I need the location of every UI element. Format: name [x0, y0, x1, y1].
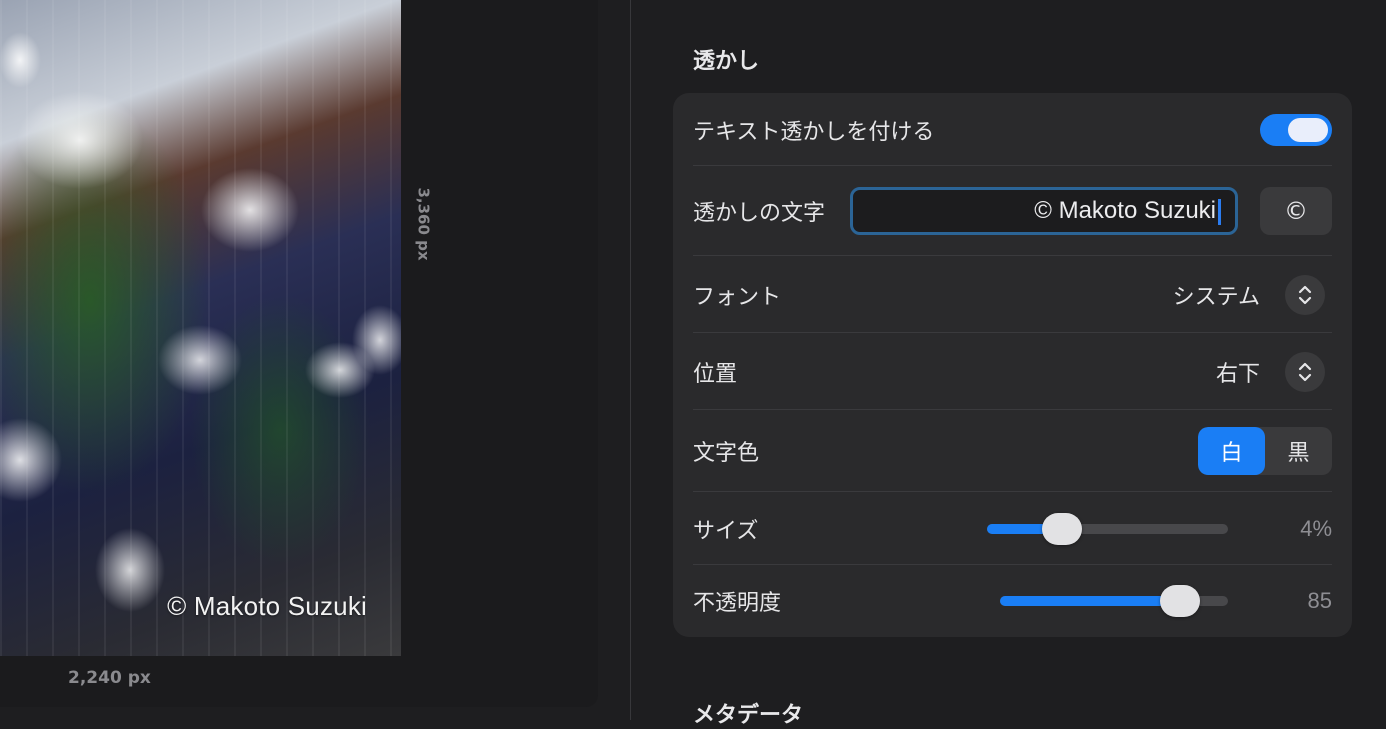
watermark-text-row: 透かしの文字 © Makoto Suzuki ©: [693, 166, 1332, 256]
image-width-label: 2,240 px: [68, 668, 151, 688]
add-watermark-label: テキスト透かしを付ける: [693, 119, 935, 145]
watermark-settings-card: テキスト透かしを付ける 透かしの文字 © Makoto Suzuki © フォン…: [673, 93, 1352, 637]
size-value: 4%: [1300, 515, 1332, 541]
opacity-slider[interactable]: [1000, 585, 1228, 617]
size-label: サイズ: [693, 518, 759, 544]
text-color-black-option[interactable]: 黒: [1265, 427, 1332, 475]
opacity-slider-thumb[interactable]: [1160, 585, 1201, 617]
font-row: フォント システム: [693, 256, 1332, 333]
size-slider-thumb[interactable]: [1041, 512, 1082, 545]
image-height-text: 3,360 px: [415, 187, 433, 261]
watermark-section-title: 透かし: [693, 49, 760, 74]
metadata-section-title: メタデータ: [693, 703, 804, 728]
add-watermark-toggle[interactable]: [1260, 113, 1332, 146]
text-caret: [1218, 198, 1221, 225]
position-row: 位置 右下: [693, 333, 1332, 410]
text-color-white-option[interactable]: 白: [1198, 427, 1265, 475]
photo-preview: © Makoto Suzuki: [0, 0, 401, 656]
watermark-text-input[interactable]: © Makoto Suzuki: [850, 187, 1238, 235]
font-select-value[interactable]: システム: [1173, 279, 1260, 311]
watermark-text-value: © Makoto Suzuki: [1034, 197, 1216, 224]
pane-divider[interactable]: [630, 0, 631, 720]
size-slider[interactable]: [987, 512, 1228, 545]
image-height-label: 3,360 px: [411, 176, 437, 272]
text-color-row: 文字色 白 黒: [693, 410, 1332, 492]
position-label: 位置: [693, 361, 738, 387]
opacity-row: 不透明度 85: [693, 565, 1332, 637]
position-select-value[interactable]: 右下: [1216, 356, 1260, 388]
text-color-label: 文字色: [693, 441, 760, 466]
opacity-label: 不透明度: [693, 591, 782, 616]
font-select-chevron-icon[interactable]: [1285, 274, 1325, 315]
opacity-slider-fill: [1000, 596, 1181, 606]
font-label: フォント: [693, 284, 782, 310]
watermark-overlay-text: © Makoto Suzuki: [167, 591, 367, 621]
toggle-knob: [1288, 117, 1328, 142]
watermark-text-label: 透かしの文字: [693, 201, 826, 226]
opacity-value: 85: [1307, 588, 1332, 613]
preview-pane: © Makoto Suzuki 3,360 px 2,240 px: [0, 0, 598, 707]
position-select-chevron-icon[interactable]: [1285, 351, 1325, 392]
add-watermark-row: テキスト透かしを付ける: [693, 93, 1332, 166]
size-row: サイズ 4%: [693, 492, 1332, 565]
insert-copyright-button[interactable]: ©: [1260, 187, 1332, 235]
photo-texture: [0, 0, 401, 656]
text-color-segmented: 白 黒: [1198, 427, 1332, 475]
